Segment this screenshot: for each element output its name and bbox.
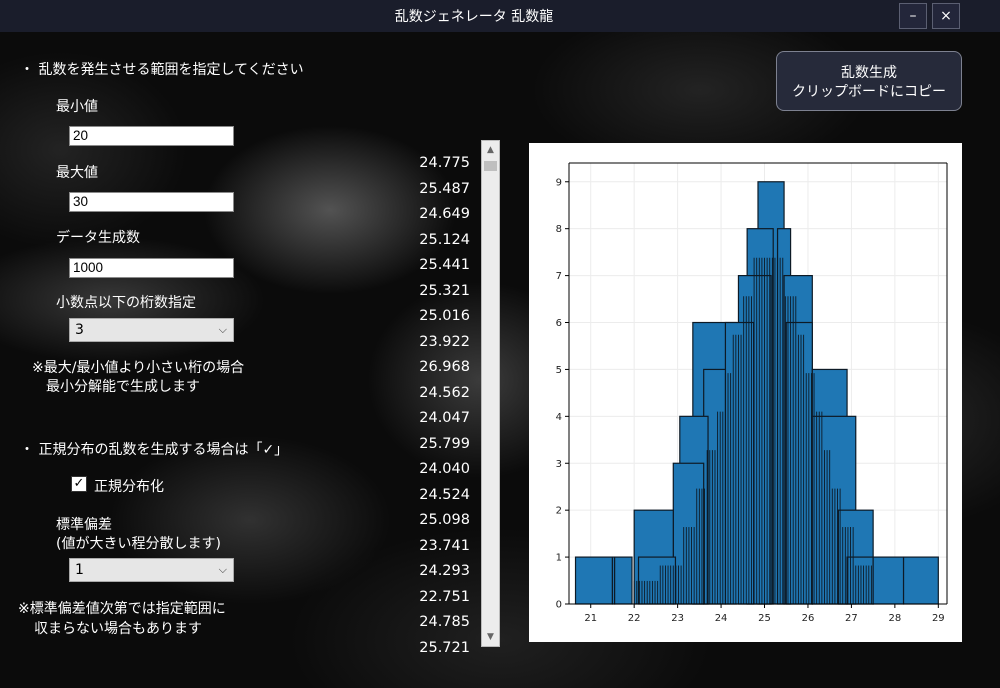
decimals-select[interactable]: 3 ⌵ [69,318,234,342]
chevron-down-icon: ⌵ [218,563,227,576]
min-value-input[interactable]: 20 [69,126,234,146]
histogram-bar [902,556,939,605]
decimals-label: 小数点以下の桁数指定 [56,295,196,311]
min-label: 最小値 [56,99,98,115]
title-bar: 乱数ジェネレータ 乱数龍 – × [0,0,1000,32]
result-item[interactable]: 24.047 [400,410,470,436]
result-item[interactable]: 23.922 [400,334,470,360]
close-button[interactable]: × [932,3,960,29]
result-item[interactable]: 24.785 [400,614,470,640]
generate-copy-button[interactable]: 乱数生成 クリップボードにコピー [776,51,962,111]
normal-heading: ・ 正規分布の乱数を生成する場合は「✓」 [20,442,289,458]
count-label: データ生成数 [56,230,140,246]
histogram-bar [574,556,614,605]
range-heading: ・ 乱数を発生させる範囲を指定してください [20,62,304,78]
result-item[interactable]: 25.124 [400,232,470,258]
y-tick-label: 3 [556,459,562,470]
scroll-up-icon[interactable]: ▲ [482,142,499,158]
histogram-bar [637,556,677,605]
histogram-chart: 21 22 23 24 25 26 27 28 29 0 1 2 3 4 5 6 7 8 9 [529,143,962,642]
results-list[interactable]: 24.775 25.487 24.649 25.124 25.441 25.321 25.0… [400,155,470,665]
y-tick-label: 0 [556,600,562,611]
histogram-bar [614,556,633,605]
generate-button-line2: クリップボードにコピー [792,84,946,100]
histogram-bar [724,321,755,605]
app-window: 乱数ジェネレータ 乱数龍 – × ・ 乱数を発生させる範囲を指定してください 最… [0,0,1000,688]
result-item[interactable]: 22.751 [400,589,470,615]
histogram-svg: 21 22 23 24 25 26 27 28 290123456789 [556,162,948,624]
stddev-label-line2: (値が大きい程分散します) [56,536,221,552]
resolution-note-line2: 最小分解能で生成します [46,379,200,395]
minimize-button[interactable]: – [899,3,927,29]
result-item[interactable]: 25.721 [400,640,470,666]
window-title: 乱数ジェネレータ 乱数龍 [394,9,554,25]
result-item[interactable]: 26.968 [400,359,470,385]
y-tick-label: 7 [556,271,562,282]
y-tick-label: 8 [556,224,562,235]
stddev-note-line1: ※標準偏差値次第では指定範囲に [18,601,226,617]
x-tick-label: 24 [715,613,728,624]
stddev-label-line1: 標準偏差 [56,517,112,533]
y-tick-label: 9 [556,177,562,188]
result-item[interactable]: 25.321 [400,283,470,309]
y-tick-label: 5 [556,365,562,376]
histogram-bar [872,556,905,605]
results-scrollbar[interactable]: ▲ ▼ [481,140,500,647]
scroll-down-icon[interactable]: ▼ [482,629,499,645]
checkmark-icon: ✓ [73,476,85,491]
result-item[interactable]: 24.293 [400,563,470,589]
x-tick-label: 22 [628,613,641,624]
result-item[interactable]: 24.524 [400,487,470,513]
x-tick-label: 27 [845,613,858,624]
result-item[interactable]: 24.040 [400,461,470,487]
result-item[interactable]: 25.016 [400,308,470,334]
x-tick-label: 25 [758,613,771,624]
normal-checkbox-label[interactable]: 正規分布化 [94,476,164,496]
x-tick-label: 23 [671,613,684,624]
scroll-thumb[interactable] [484,161,497,171]
result-item[interactable]: 25.487 [400,181,470,207]
resolution-note-line1: ※最大/最小値より小さい桁の場合 [32,360,245,376]
count-input[interactable]: 1000 [69,258,234,278]
result-item[interactable]: 25.441 [400,257,470,283]
x-tick-label: 26 [802,613,815,624]
stddev-select-value: 1 [75,562,84,578]
generate-button-line1: 乱数生成 [841,65,897,81]
result-item[interactable]: 24.775 [400,155,470,181]
max-label: 最大値 [56,165,98,181]
result-item[interactable]: 25.098 [400,512,470,538]
y-tick-label: 1 [556,553,562,564]
chevron-down-icon: ⌵ [218,323,227,336]
x-tick-label: 29 [932,613,945,624]
decimals-select-value: 3 [75,322,84,338]
stddev-note-line2: 収まらない場合もあります [34,621,202,637]
y-tick-label: 4 [556,412,562,423]
result-item[interactable]: 24.649 [400,206,470,232]
result-item[interactable]: 24.562 [400,385,470,411]
stddev-select[interactable]: 1 ⌵ [69,558,234,582]
y-tick-label: 6 [556,318,562,329]
x-tick-label: 21 [584,613,597,624]
result-item[interactable]: 23.741 [400,538,470,564]
result-item[interactable]: 25.799 [400,436,470,462]
max-value-input[interactable]: 30 [69,192,234,212]
normal-distribution-checkbox[interactable]: ✓ [71,476,87,492]
x-tick-label: 28 [888,613,901,624]
y-tick-label: 2 [556,506,562,517]
